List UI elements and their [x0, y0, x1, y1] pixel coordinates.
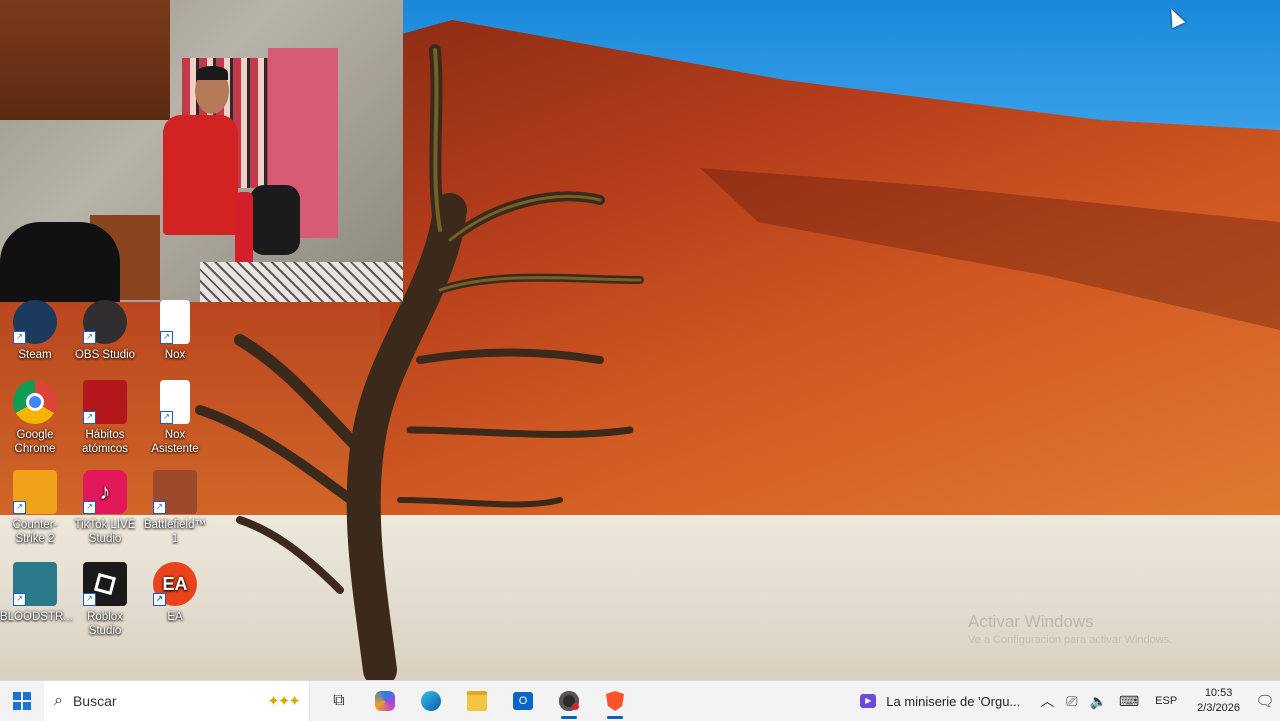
desktop-icon-label: Steam	[18, 349, 52, 361]
desktop-icon-label: Hábitos atómicos	[81, 429, 129, 455]
shortcut-arrow-icon: ↗	[13, 593, 26, 606]
counter-strike-icon: ↗	[13, 470, 57, 514]
search-placeholder: Buscar	[72, 693, 117, 709]
battlefield-icon: ↗	[153, 470, 197, 514]
desktop-icon-label: Counter-Strike 2	[12, 519, 58, 545]
obs-icon: ↗	[83, 300, 127, 344]
desktop-icon-roblox[interactable]: ↗ Roblox Studio	[70, 562, 140, 638]
shortcut-arrow-icon: ↗	[160, 411, 173, 424]
desktop-icon-label: Roblox Studio	[87, 611, 123, 637]
shortcut-arrow-icon: ↗	[13, 501, 26, 514]
taskbar-edge[interactable]	[408, 681, 454, 721]
activation-watermark-title: Activar Windows	[968, 612, 1094, 631]
desktop-icon-label: TikTok LIVE Studio	[74, 519, 136, 545]
water-bottle	[235, 192, 253, 267]
shortcut-arrow-icon: ↗	[83, 501, 96, 514]
tiktok-icon: ♪ ↗	[83, 470, 127, 514]
kitchen-cabinet	[0, 0, 170, 120]
desktop-icon-obs[interactable]: ↗ OBS Studio	[70, 300, 140, 362]
steam-icon: ↗	[13, 300, 57, 344]
search-icon: ⌕	[54, 692, 63, 709]
bloodstrike-icon: ↗	[13, 562, 57, 606]
desktop-icon-nox[interactable]: ↗ Nox	[140, 300, 210, 362]
taskbar-task-view[interactable]: ⧉	[316, 681, 362, 721]
system-tray: ▶ La miniserie de 'Orgu... ︿ ⎚ 🔈 ⌨ ESP 1…	[860, 681, 1280, 721]
shortcut-arrow-icon: ↗	[83, 411, 96, 424]
keyboard-icon[interactable]: ⌨	[1119, 693, 1139, 710]
shortcut-arrow-icon: ↗	[153, 501, 166, 514]
taskbar: ⌕ Buscar ✦✦✦ ⧉ O ▶ La miniserie de 'Orgu…	[0, 680, 1280, 721]
media-title: La miniserie de 'Orgu...	[886, 693, 1021, 709]
clock[interactable]: 10:53 2/3/2026	[1197, 686, 1240, 716]
taskbar-brave[interactable]	[592, 681, 638, 721]
clock-time: 10:53	[1204, 687, 1233, 699]
volume-icon[interactable]: 🔈	[1090, 693, 1107, 710]
folder-icon	[467, 691, 487, 711]
desktop-icon-battlefield[interactable]: ↗ Battlefield™ 1	[140, 470, 210, 546]
media-widget[interactable]: ▶ La miniserie de 'Orgu...	[860, 694, 1020, 709]
activation-watermark-subtitle: Ve a Configuración para activar Windows.	[968, 634, 1173, 646]
start-button[interactable]	[0, 681, 44, 721]
edge-icon	[421, 691, 441, 711]
roblox-icon: ↗	[83, 562, 127, 606]
desktop-icon-tiktok[interactable]: ♪ ↗ TikTok LIVE Studio	[70, 470, 140, 546]
desktop-icon-nox-asistente[interactable]: ↗ Nox Asistente	[140, 380, 210, 456]
taskbar-apps: ⧉ O	[316, 681, 638, 721]
desktop-icon-label: Nox Asistente	[151, 429, 199, 455]
running-indicator	[561, 716, 577, 719]
webcam-overlay	[0, 0, 403, 302]
desktop-icon-label: Google Chrome	[14, 429, 56, 455]
sparkle-icon: ✦✦✦	[267, 693, 301, 710]
chevron-up-icon[interactable]: ︿	[1040, 691, 1054, 711]
desktop-icon-label: OBS Studio	[74, 349, 136, 361]
taskbar-outlook[interactable]: O	[500, 681, 546, 721]
desktop-icon-counter-strike[interactable]: ↗ Counter-Strike 2	[0, 470, 70, 546]
desktop-icon-label: EA	[167, 611, 183, 623]
shortcut-arrow-icon: ↗	[153, 593, 166, 606]
taskbar-copilot[interactable]	[362, 681, 408, 721]
person-hair	[196, 66, 228, 80]
file-icon: ↗	[160, 300, 190, 344]
notification-icon[interactable]: 🗨	[1250, 692, 1280, 710]
habits-icon: ↗	[83, 380, 127, 424]
clock-date: 2/3/2026	[1197, 702, 1240, 714]
chair	[0, 222, 120, 302]
desktop-icon-label: Battlefield™ 1	[143, 519, 206, 545]
desktop-icon-ea[interactable]: EA ↗ EA	[140, 562, 210, 624]
backpack	[250, 185, 300, 255]
desktop-icon-habitos[interactable]: ↗ Hábitos atómicos	[70, 380, 140, 456]
media-play-icon: ▶	[860, 694, 877, 708]
task-view-icon: ⧉	[333, 692, 345, 709]
taskbar-file-explorer[interactable]	[454, 681, 500, 721]
outlook-icon: O	[513, 692, 533, 710]
chrome-icon	[13, 380, 57, 424]
file-icon: ↗	[160, 380, 190, 424]
network-icon[interactable]: ⎚	[1066, 693, 1077, 710]
desktop-icon-chrome[interactable]: Google Chrome	[0, 380, 70, 456]
table	[200, 262, 403, 302]
shortcut-arrow-icon: ↗	[83, 331, 96, 344]
windows-icon	[13, 692, 31, 710]
copilot-icon	[375, 691, 395, 711]
person	[163, 115, 238, 235]
desktop-icon-steam[interactable]: ↗ Steam	[0, 300, 70, 362]
desktop-icon-label: Nox	[164, 349, 186, 361]
language-indicator[interactable]: ESP	[1155, 695, 1177, 707]
brave-icon	[606, 691, 624, 711]
desktop-icon-label: BLOODSTR...	[0, 611, 73, 623]
taskbar-search[interactable]: ⌕ Buscar ✦✦✦	[44, 681, 310, 721]
running-indicator	[607, 716, 623, 719]
ea-icon: EA ↗	[153, 562, 197, 606]
shortcut-arrow-icon: ↗	[160, 331, 173, 344]
shortcut-arrow-icon: ↗	[13, 331, 26, 344]
desktop-icons: ↗ Steam ↗ OBS Studio ↗ Nox Google Chrome…	[0, 300, 220, 680]
desktop-icon-bloodstrike[interactable]: ↗ BLOODSTR...	[0, 562, 73, 624]
shortcut-arrow-icon: ↗	[83, 593, 96, 606]
taskbar-obs[interactable]	[546, 681, 592, 721]
